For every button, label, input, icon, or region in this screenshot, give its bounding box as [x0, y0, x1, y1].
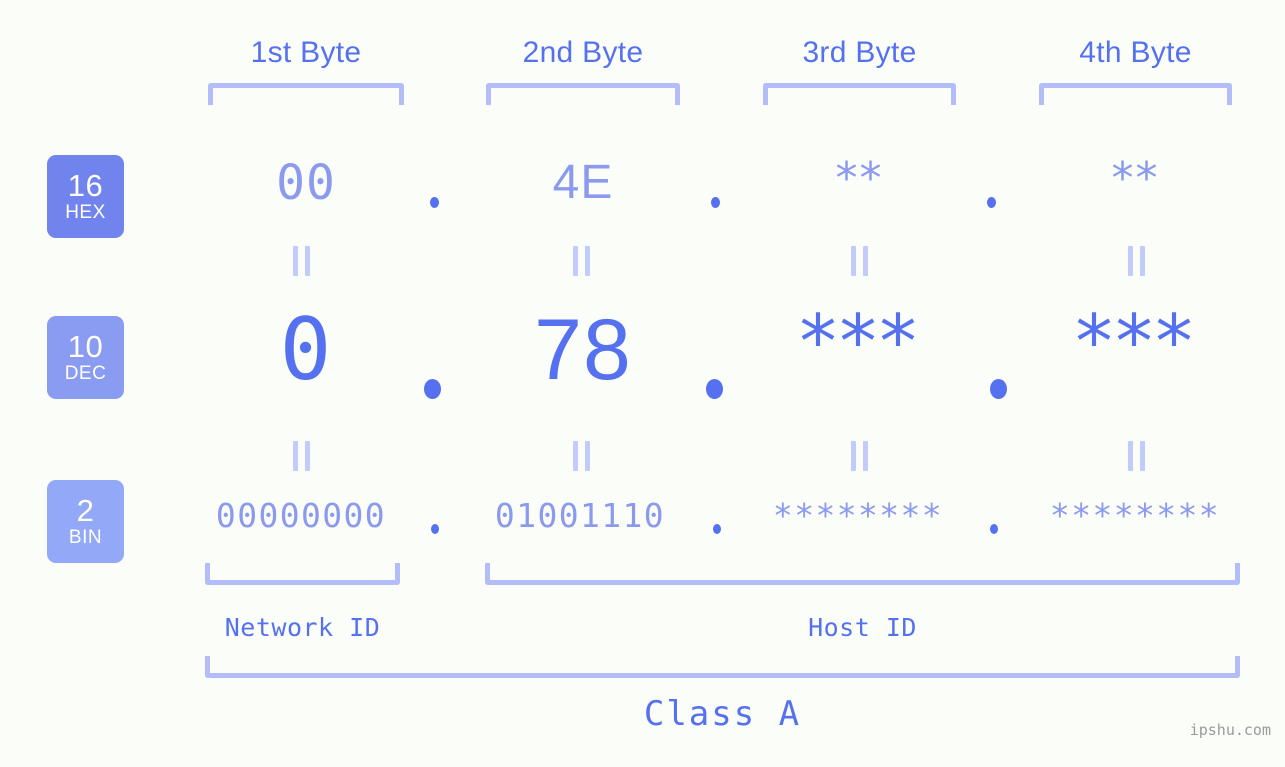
base-badge-dec-system: DEC [64, 362, 107, 384]
base-badge-hex-system: HEX [65, 201, 106, 223]
dec-separator-3 [990, 379, 1007, 399]
byte-header-4: 4th Byte [1079, 36, 1192, 69]
equals-marker-hex-dec-2 [573, 246, 590, 276]
dec-byte-2: 78 [534, 302, 632, 398]
bin-separator-2 [713, 524, 721, 534]
bin-byte-1: 00000000 [215, 496, 387, 535]
hex-byte-1: 00 [276, 155, 336, 211]
base-badge-bin: 2 BIN [47, 480, 124, 563]
bin-byte-2: 01001110 [494, 496, 666, 535]
hex-separator-3 [987, 197, 996, 208]
bin-separator-3 [990, 524, 998, 534]
hex-byte-2: 4E [552, 156, 614, 209]
bin-byte-3: ******** [772, 496, 944, 535]
base-badge-bin-system: BIN [68, 526, 103, 548]
base-badge-dec-number: 10 [67, 328, 104, 364]
equals-marker-hex-dec-4 [1128, 246, 1145, 276]
base-badge-dec: 10 DEC [47, 316, 124, 399]
dec-separator-1 [424, 379, 441, 399]
class-bracket [205, 656, 1240, 678]
base-badge-bin-number: 2 [76, 492, 95, 528]
byte-bracket-1 [208, 83, 404, 105]
host-id-bracket [485, 563, 1240, 585]
base-badge-hex-number: 16 [67, 167, 104, 203]
base-badge-hex: 16 HEX [47, 155, 124, 238]
byte-bracket-4 [1039, 83, 1232, 105]
bin-byte-4: ******** [1049, 496, 1221, 535]
host-id-label: Host ID [808, 613, 917, 642]
class-label: Class A [643, 694, 802, 734]
byte-bracket-3 [763, 83, 956, 105]
equals-marker-dec-bin-3 [851, 441, 868, 471]
dec-byte-3: *** [799, 299, 920, 385]
equals-marker-dec-bin-2 [573, 441, 590, 471]
bin-separator-1 [431, 524, 439, 534]
byte-header-3: 3rd Byte [802, 36, 917, 69]
byte-header-2: 2nd Byte [522, 36, 644, 69]
hex-byte-3: ** [835, 153, 884, 204]
hex-byte-4: ** [1111, 153, 1160, 204]
dec-byte-4: *** [1075, 299, 1196, 385]
equals-marker-hex-dec-3 [851, 246, 868, 276]
network-id-label: Network ID [224, 613, 381, 642]
equals-marker-hex-dec-1 [293, 246, 310, 276]
watermark: ipshu.com [1189, 721, 1271, 739]
hex-separator-2 [711, 197, 720, 208]
equals-marker-dec-bin-4 [1128, 441, 1145, 471]
dec-separator-2 [706, 379, 723, 399]
byte-bracket-2 [486, 83, 680, 105]
network-id-bracket [205, 563, 400, 585]
ip-address-breakdown-diagram: 1st Byte 2nd Byte 3rd Byte 4th Byte 16 H… [0, 0, 1285, 767]
byte-header-1: 1st Byte [250, 36, 362, 69]
equals-marker-dec-bin-1 [293, 441, 310, 471]
hex-separator-1 [430, 197, 439, 208]
dec-byte-1: 0 [279, 300, 333, 400]
